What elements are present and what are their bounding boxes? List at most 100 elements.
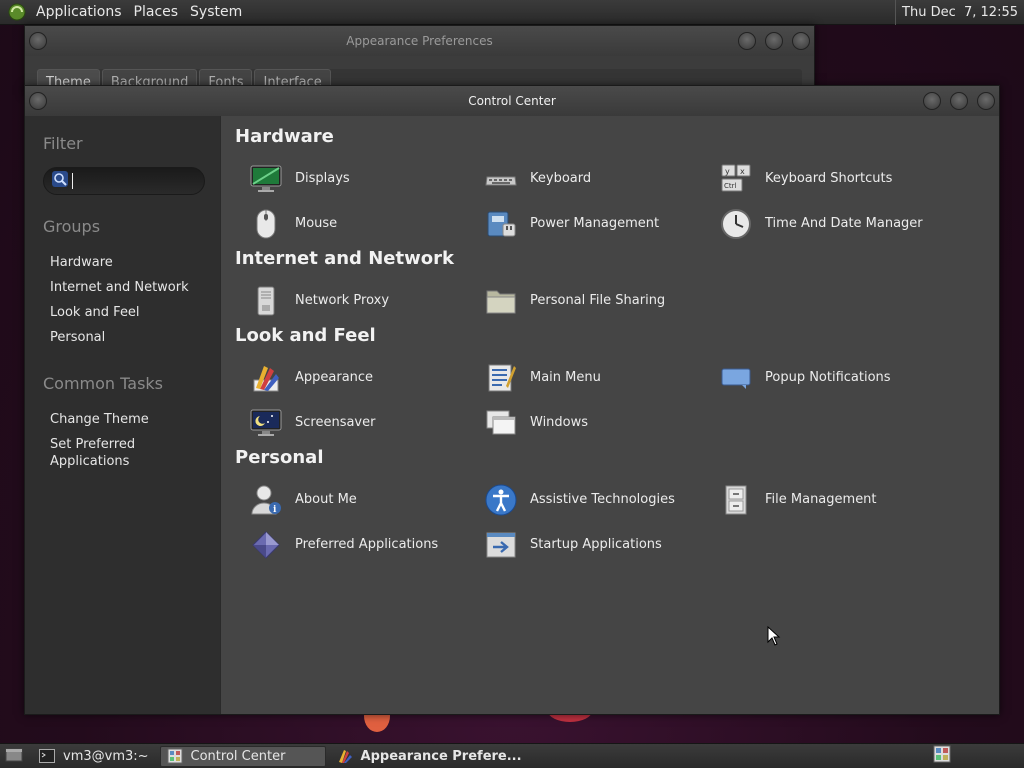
launcher-preferred-applications[interactable]: Preferred Applications xyxy=(235,522,470,567)
launcher-label: Network Proxy xyxy=(295,293,390,308)
filter-input[interactable] xyxy=(72,173,192,189)
launcher-label: Main Menu xyxy=(530,370,601,385)
control-center-window[interactable]: Control Center Filter Groups Hardware In… xyxy=(24,85,1000,715)
launcher-label: Screensaver xyxy=(295,415,376,430)
launcher-label: Preferred Applications xyxy=(295,537,439,552)
taskbar-item-terminal[interactable]: vm3@vm3:~ xyxy=(32,746,156,767)
titlebar[interactable]: Control Center xyxy=(25,86,999,116)
filter-search-box[interactable] xyxy=(43,167,205,195)
launcher-panel: Hardware Displays Keyboard y x Ctrl Keyb… xyxy=(220,116,999,714)
launcher-about-me[interactable]: i About Me xyxy=(235,477,470,522)
launcher-screensaver[interactable]: Screensaver xyxy=(235,400,470,445)
section-title-hardware: Hardware xyxy=(235,126,334,147)
launcher-label: Keyboard xyxy=(530,171,592,186)
menu-applications[interactable]: Applications xyxy=(32,0,130,25)
launcher-mouse[interactable]: Mouse xyxy=(235,201,470,246)
svg-text:Ctrl: Ctrl xyxy=(724,182,737,190)
main-menu-icon xyxy=(484,361,518,395)
minimize-button[interactable] xyxy=(738,32,756,50)
workspace-switcher[interactable] xyxy=(926,745,958,767)
svg-text:y: y xyxy=(725,167,730,176)
bottom-panel: vm3@vm3:~ Control Center Appearance Pref… xyxy=(0,743,1024,768)
close-button[interactable] xyxy=(792,32,810,50)
user-info-icon: i xyxy=(249,483,283,517)
launcher-label: About Me xyxy=(295,492,357,507)
launcher-label: Mouse xyxy=(295,216,338,231)
window-title: Control Center xyxy=(468,94,556,108)
section-internet-network: Network Proxy Personal File Sharing xyxy=(235,278,999,323)
folder-share-icon xyxy=(484,284,518,318)
mouse-pointer-icon xyxy=(767,625,781,650)
menu-system[interactable]: System xyxy=(186,0,250,25)
power-management-icon xyxy=(484,207,518,241)
close-button[interactable] xyxy=(977,92,995,110)
network-proxy-icon xyxy=(249,284,283,318)
palette-icon xyxy=(337,748,353,764)
launcher-label: Time And Date Manager xyxy=(765,216,923,231)
launcher-displays[interactable]: Displays xyxy=(235,156,470,201)
launcher-label: Personal File Sharing xyxy=(530,293,666,308)
section-personal: i About Me Assistive Technologies File M… xyxy=(235,477,999,567)
launcher-main-menu[interactable]: Main Menu xyxy=(470,355,705,400)
launcher-label: Startup Applications xyxy=(530,537,662,552)
launcher-keyboard[interactable]: Keyboard xyxy=(470,156,705,201)
launcher-windows[interactable]: Windows xyxy=(470,400,705,445)
launcher-keyboard-shortcuts[interactable]: y x Ctrl Keyboard Shortcuts xyxy=(705,156,940,201)
group-link-personal[interactable]: Personal xyxy=(50,325,220,350)
top-panel: Applications Places System Thu Dec 7, 12… xyxy=(0,0,1024,25)
menu-places[interactable]: Places xyxy=(130,0,187,25)
launcher-power-management[interactable]: Power Management xyxy=(470,201,705,246)
launcher-assistive-technologies[interactable]: Assistive Technologies xyxy=(470,477,705,522)
launcher-popup-notifications[interactable]: Popup Notifications xyxy=(705,355,940,400)
maximize-button[interactable] xyxy=(950,92,968,110)
window-title: Appearance Preferences xyxy=(346,34,493,48)
show-desktop-icon xyxy=(5,746,23,766)
launcher-network-proxy[interactable]: Network Proxy xyxy=(235,278,470,323)
clock-icon xyxy=(719,207,753,241)
notification-icon xyxy=(719,361,753,395)
control-center-icon xyxy=(167,748,183,764)
section-title-look-feel: Look and Feel xyxy=(235,325,376,346)
filter-heading: Filter xyxy=(43,134,83,153)
task-change-theme[interactable]: Change Theme xyxy=(50,407,220,432)
groups-heading: Groups xyxy=(43,217,101,236)
panel-clock[interactable]: Thu Dec 7, 12:55 xyxy=(895,0,1024,25)
keyboard-shortcuts-icon: y x Ctrl xyxy=(719,162,753,196)
keyboard-icon xyxy=(484,162,518,196)
launcher-label: Appearance xyxy=(295,370,374,385)
svg-text:i: i xyxy=(273,505,277,515)
launcher-file-management[interactable]: File Management xyxy=(705,477,940,522)
minimize-button[interactable] xyxy=(923,92,941,110)
launcher-time-date[interactable]: Time And Date Manager xyxy=(705,201,940,246)
group-link-look-feel[interactable]: Look and Feel xyxy=(50,300,220,325)
search-icon xyxy=(52,171,68,191)
launcher-personal-file-sharing[interactable]: Personal File Sharing xyxy=(470,278,705,323)
group-link-internet-network[interactable]: Internet and Network xyxy=(50,275,220,300)
launcher-appearance[interactable]: Appearance xyxy=(235,355,470,400)
preferred-apps-icon xyxy=(249,528,283,562)
maximize-button[interactable] xyxy=(765,32,783,50)
mouse-icon xyxy=(249,207,283,241)
distro-logo-icon[interactable] xyxy=(6,1,28,23)
window-menu-button[interactable] xyxy=(29,32,47,50)
show-desktop-button[interactable] xyxy=(0,746,28,767)
task-set-preferred-apps[interactable]: Set Preferred Applications xyxy=(50,436,160,470)
groups-list: Hardware Internet and Network Look and F… xyxy=(43,250,220,350)
launcher-label: Assistive Technologies xyxy=(530,492,675,507)
startup-apps-icon xyxy=(484,528,518,562)
window-menu-button[interactable] xyxy=(29,92,47,110)
titlebar[interactable]: Appearance Preferences xyxy=(25,26,814,56)
taskbar-item-appearance[interactable]: Appearance Prefere... xyxy=(330,746,529,767)
taskbar-item-control-center[interactable]: Control Center xyxy=(159,745,326,767)
section-title-personal: Personal xyxy=(235,447,324,468)
file-cabinet-icon xyxy=(719,483,753,517)
launcher-label: File Management xyxy=(765,492,877,507)
tasks-list: Change Theme Set Preferred Applications xyxy=(43,407,220,470)
group-link-hardware[interactable]: Hardware xyxy=(50,250,220,275)
palette-icon xyxy=(249,361,283,395)
section-hardware: Displays Keyboard y x Ctrl Keyboard Shortc… xyxy=(235,156,999,246)
launcher-startup-applications[interactable]: Startup Applications xyxy=(470,522,705,567)
taskbar-item-label: vm3@vm3:~ xyxy=(63,748,149,764)
launcher-label: Displays xyxy=(295,171,350,186)
workspace-icon xyxy=(933,745,951,767)
